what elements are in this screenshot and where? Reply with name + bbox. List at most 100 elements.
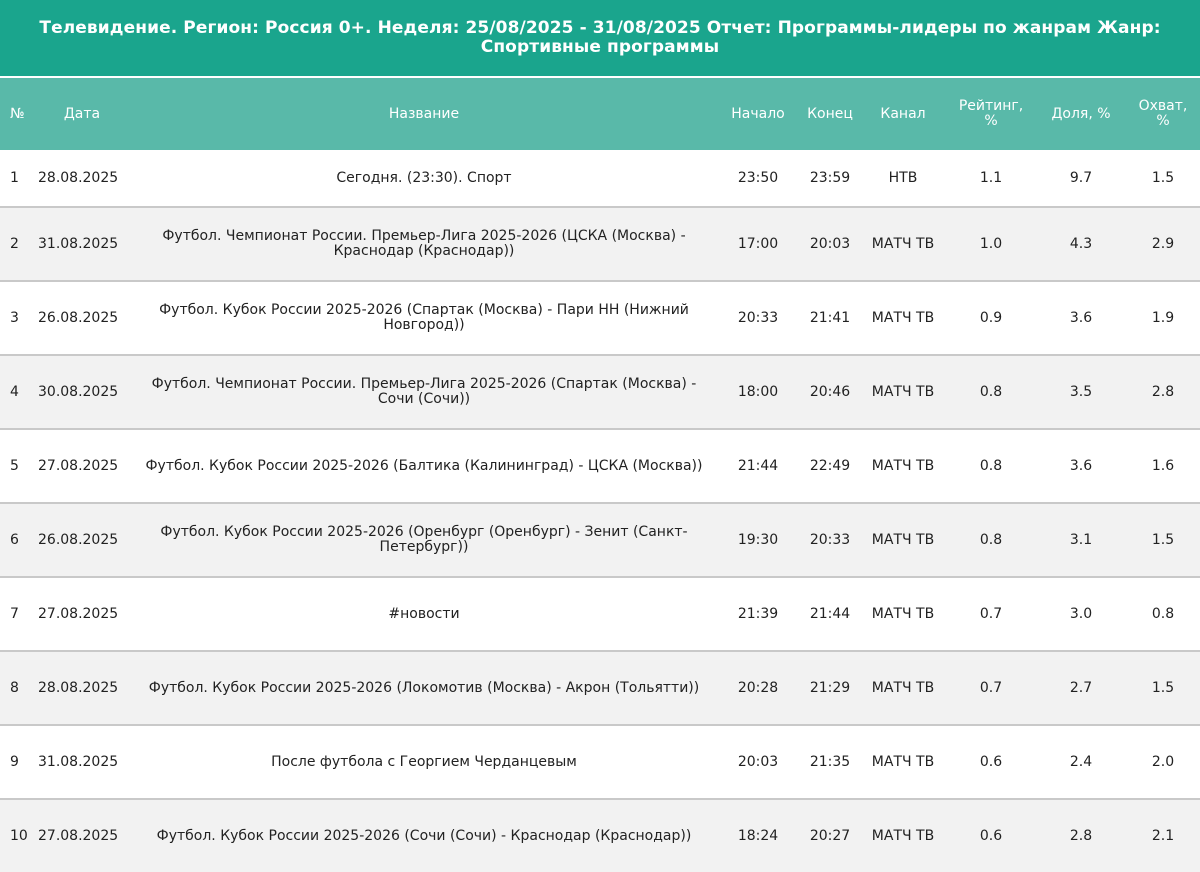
cell-name: После футбола с Георгием Черданцевым: [132, 725, 716, 800]
cell-num: 3: [0, 281, 32, 356]
cell-name: #новости: [132, 577, 716, 652]
cell-num: 9: [0, 725, 32, 800]
cell-num: 8: [0, 651, 32, 726]
cell-rating: 0.7: [946, 651, 1036, 726]
cell-date: 31.08.2025: [32, 207, 132, 282]
table-row[interactable]: 4 30.08.2025 Футбол. Чемпионат России. Пре…: [0, 355, 1200, 430]
cell-start: 18:24: [716, 799, 800, 872]
column-header-channel[interactable]: Канал: [860, 78, 946, 150]
cell-date: 27.08.2025: [32, 429, 132, 504]
table-row[interactable]: 9 31.08.2025 После футбола с Георгием Черд…: [0, 725, 1200, 800]
table-row[interactable]: 2 31.08.2025 Футбол. Чемпионат России. Пре…: [0, 207, 1200, 282]
column-header-name[interactable]: Название: [132, 78, 716, 150]
cell-channel: МАТЧ ТВ: [860, 651, 946, 726]
cell-channel: МАТЧ ТВ: [860, 281, 946, 356]
table-row[interactable]: 7 27.08.2025 #новости 21:39 21:44 МАТЧ ТВ 0.7 3…: [0, 577, 1200, 652]
cell-date: 31.08.2025: [32, 725, 132, 800]
cell-channel: НТВ: [860, 150, 946, 208]
cell-reach: 2.0: [1126, 725, 1200, 800]
cell-share: 4.3: [1036, 207, 1126, 282]
cell-share: 9.7: [1036, 150, 1126, 208]
cell-num: 10: [0, 799, 32, 872]
cell-channel: МАТЧ ТВ: [860, 503, 946, 578]
cell-name: Футбол. Чемпионат России. Премьер-Лига 2…: [132, 207, 716, 282]
cell-end: 21:41: [800, 281, 860, 356]
report-title: Телевидение. Регион: Россия 0+. Неделя: …: [39, 18, 1161, 57]
cell-start: 18:00: [716, 355, 800, 430]
cell-channel: МАТЧ ТВ: [860, 207, 946, 282]
cell-start: 20:28: [716, 651, 800, 726]
cell-reach: 1.5: [1126, 150, 1200, 208]
cell-start: 21:39: [716, 577, 800, 652]
cell-num: 6: [0, 503, 32, 578]
cell-start: 21:44: [716, 429, 800, 504]
cell-date: 27.08.2025: [32, 799, 132, 872]
column-header-start[interactable]: Начало: [716, 78, 800, 150]
cell-num: 4: [0, 355, 32, 430]
cell-end: 21:44: [800, 577, 860, 652]
cell-end: 21:29: [800, 651, 860, 726]
cell-name: Футбол. Кубок России 2025-2026 (Балтика …: [132, 429, 716, 504]
table-body: 1 28.08.2025 Сегодня. (23:30). Спорт 23:50 2…: [0, 150, 1200, 872]
cell-date: 27.08.2025: [32, 577, 132, 652]
cell-name: Футбол. Кубок России 2025-2026 (Сочи (Со…: [132, 799, 716, 872]
cell-channel: МАТЧ ТВ: [860, 799, 946, 872]
table-header: № Дата Название Начало Конец Канал Рейти…: [0, 78, 1200, 150]
cell-share: 3.1: [1036, 503, 1126, 578]
cell-rating: 0.6: [946, 725, 1036, 800]
cell-start: 23:50: [716, 150, 800, 208]
column-header-rating[interactable]: Рейтинг, %: [946, 78, 1036, 150]
cell-share: 3.0: [1036, 577, 1126, 652]
table-row[interactable]: 5 27.08.2025 Футбол. Кубок России 2025-202…: [0, 429, 1200, 504]
cell-reach: 2.9: [1126, 207, 1200, 282]
column-header-date[interactable]: Дата: [32, 78, 132, 150]
cell-end: 23:59: [800, 150, 860, 208]
cell-share: 2.8: [1036, 799, 1126, 872]
cell-share: 2.4: [1036, 725, 1126, 800]
cell-reach: 0.8: [1126, 577, 1200, 652]
cell-num: 7: [0, 577, 32, 652]
cell-reach: 1.6: [1126, 429, 1200, 504]
table-row[interactable]: 3 26.08.2025 Футбол. Кубок России 2025-202…: [0, 281, 1200, 356]
column-header-num[interactable]: №: [0, 78, 32, 150]
cell-channel: МАТЧ ТВ: [860, 725, 946, 800]
cell-rating: 0.8: [946, 429, 1036, 504]
cell-rating: 0.7: [946, 577, 1036, 652]
cell-num: 1: [0, 150, 32, 208]
cell-reach: 2.1: [1126, 799, 1200, 872]
cell-rating: 0.8: [946, 503, 1036, 578]
cell-channel: МАТЧ ТВ: [860, 577, 946, 652]
cell-num: 5: [0, 429, 32, 504]
table-row[interactable]: 8 28.08.2025 Футбол. Кубок России 2025-202…: [0, 651, 1200, 726]
cell-end: 20:46: [800, 355, 860, 430]
cell-share: 3.5: [1036, 355, 1126, 430]
table-row[interactable]: 6 26.08.2025 Футбол. Кубок России 2025-202…: [0, 503, 1200, 578]
cell-rating: 0.8: [946, 355, 1036, 430]
cell-share: 3.6: [1036, 281, 1126, 356]
cell-name: Сегодня. (23:30). Спорт: [132, 150, 716, 208]
table-row[interactable]: 10 27.08.2025 Футбол. Кубок России 2025-20…: [0, 799, 1200, 872]
column-header-share[interactable]: Доля, %: [1036, 78, 1126, 150]
cell-rating: 1.1: [946, 150, 1036, 208]
column-header-end[interactable]: Конец: [800, 78, 860, 150]
column-header-reach[interactable]: Охват, %: [1126, 78, 1200, 150]
cell-date: 26.08.2025: [32, 503, 132, 578]
cell-reach: 2.8: [1126, 355, 1200, 430]
report-table: № Дата Название Начало Конец Канал Рейти…: [0, 78, 1200, 872]
cell-name: Футбол. Кубок России 2025-2026 (Спартак …: [132, 281, 716, 356]
table-row[interactable]: 1 28.08.2025 Сегодня. (23:30). Спорт 23:50 2…: [0, 150, 1200, 208]
cell-channel: МАТЧ ТВ: [860, 355, 946, 430]
cell-start: 17:00: [716, 207, 800, 282]
cell-start: 20:33: [716, 281, 800, 356]
cell-date: 30.08.2025: [32, 355, 132, 430]
cell-channel: МАТЧ ТВ: [860, 429, 946, 504]
cell-reach: 1.5: [1126, 503, 1200, 578]
cell-name: Футбол. Кубок России 2025-2026 (Локомоти…: [132, 651, 716, 726]
cell-start: 19:30: [716, 503, 800, 578]
cell-num: 2: [0, 207, 32, 282]
cell-end: 21:35: [800, 725, 860, 800]
cell-name: Футбол. Чемпионат России. Премьер-Лига 2…: [132, 355, 716, 430]
cell-start: 20:03: [716, 725, 800, 800]
report-title-bar: Телевидение. Регион: Россия 0+. Неделя: …: [0, 0, 1200, 76]
cell-reach: 1.5: [1126, 651, 1200, 726]
